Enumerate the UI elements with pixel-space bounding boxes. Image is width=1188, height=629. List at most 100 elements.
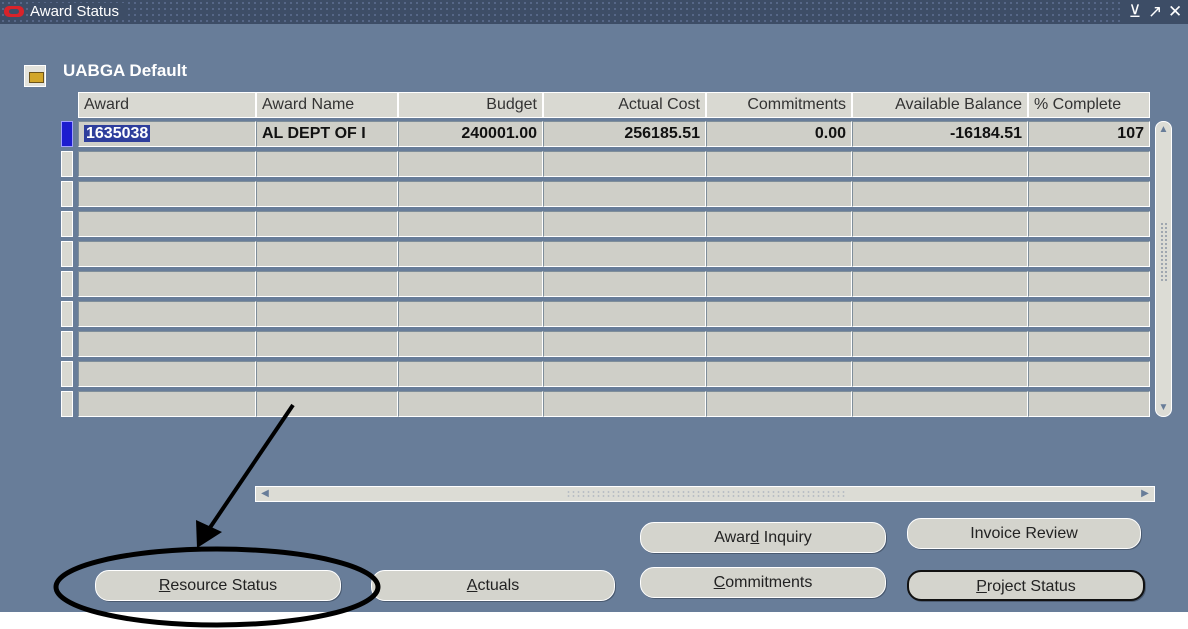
cell-award[interactable] bbox=[78, 301, 256, 327]
cell-budget[interactable] bbox=[398, 271, 543, 297]
cell-percent-complete[interactable] bbox=[1028, 241, 1150, 267]
cell-actual-cost[interactable] bbox=[543, 331, 706, 357]
scroll-right-icon[interactable]: ▶ bbox=[1138, 487, 1152, 501]
cell-award[interactable] bbox=[78, 181, 256, 207]
cell-award-name[interactable] bbox=[256, 391, 398, 417]
column-header-commitments[interactable]: Commitments bbox=[706, 92, 852, 118]
cell-actual-cost[interactable]: 256185.51 bbox=[543, 121, 706, 147]
row-indicator[interactable] bbox=[61, 361, 73, 387]
scroll-left-icon[interactable]: ◀ bbox=[258, 487, 272, 501]
cell-available-balance[interactable] bbox=[852, 241, 1028, 267]
cell-commitments[interactable] bbox=[706, 301, 852, 327]
cell-award[interactable] bbox=[78, 211, 256, 237]
row-indicator[interactable] bbox=[61, 331, 73, 357]
scroll-grip[interactable] bbox=[1160, 222, 1167, 282]
cell-available-balance[interactable] bbox=[852, 271, 1028, 297]
cell-award[interactable] bbox=[78, 271, 256, 297]
cell-award[interactable]: 1635038 bbox=[78, 121, 256, 147]
cell-percent-complete[interactable] bbox=[1028, 211, 1150, 237]
cell-award-name[interactable] bbox=[256, 151, 398, 177]
cell-percent-complete[interactable] bbox=[1028, 271, 1150, 297]
cell-budget[interactable]: 240001.00 bbox=[398, 121, 543, 147]
row-indicator[interactable] bbox=[61, 121, 73, 147]
cell-commitments[interactable] bbox=[706, 391, 852, 417]
cell-actual-cost[interactable] bbox=[543, 271, 706, 297]
scroll-up-icon[interactable]: ▲ bbox=[1157, 124, 1170, 136]
row-indicator[interactable] bbox=[61, 151, 73, 177]
cell-percent-complete[interactable] bbox=[1028, 361, 1150, 387]
row-indicator[interactable] bbox=[61, 391, 73, 417]
cell-available-balance[interactable] bbox=[852, 361, 1028, 387]
row-indicator[interactable] bbox=[61, 241, 73, 267]
column-header-award[interactable]: Award bbox=[78, 92, 256, 118]
cell-award-name[interactable] bbox=[256, 211, 398, 237]
column-header-award-name[interactable]: Award Name bbox=[256, 92, 398, 118]
cell-commitments[interactable] bbox=[706, 181, 852, 207]
cell-actual-cost[interactable] bbox=[543, 241, 706, 267]
cell-budget[interactable] bbox=[398, 301, 543, 327]
minimize-icon[interactable]: ⊻ bbox=[1128, 2, 1142, 22]
cell-commitments[interactable] bbox=[706, 211, 852, 237]
cell-award[interactable] bbox=[78, 151, 256, 177]
cell-award-name[interactable] bbox=[256, 361, 398, 387]
cell-budget[interactable] bbox=[398, 151, 543, 177]
project-status-button[interactable]: Project Status bbox=[907, 570, 1145, 601]
folder-icon[interactable] bbox=[24, 65, 46, 87]
cell-available-balance[interactable] bbox=[852, 211, 1028, 237]
cell-award[interactable] bbox=[78, 361, 256, 387]
column-header-available-balance[interactable]: Available Balance bbox=[852, 92, 1028, 118]
cell-actual-cost[interactable] bbox=[543, 391, 706, 417]
cell-award-name[interactable] bbox=[256, 241, 398, 267]
column-header-percent-complete[interactable]: % Complete bbox=[1028, 92, 1150, 118]
cell-actual-cost[interactable] bbox=[543, 151, 706, 177]
cell-commitments[interactable] bbox=[706, 151, 852, 177]
cell-available-balance[interactable] bbox=[852, 391, 1028, 417]
row-indicator[interactable] bbox=[61, 301, 73, 327]
cell-percent-complete[interactable] bbox=[1028, 301, 1150, 327]
cell-award[interactable] bbox=[78, 331, 256, 357]
scroll-down-icon[interactable]: ▼ bbox=[1157, 402, 1170, 414]
cell-commitments[interactable] bbox=[706, 361, 852, 387]
column-header-budget[interactable]: Budget bbox=[398, 92, 543, 118]
cell-award-name[interactable] bbox=[256, 271, 398, 297]
cell-available-balance[interactable] bbox=[852, 301, 1028, 327]
cell-commitments[interactable]: 0.00 bbox=[706, 121, 852, 147]
cell-commitments[interactable] bbox=[706, 271, 852, 297]
horizontal-scrollbar[interactable]: ◀ ▶ bbox=[255, 486, 1155, 502]
cell-budget[interactable] bbox=[398, 181, 543, 207]
row-indicator[interactable] bbox=[61, 181, 73, 207]
cell-award-name[interactable]: AL DEPT OF I bbox=[256, 121, 398, 147]
cell-commitments[interactable] bbox=[706, 331, 852, 357]
award-inquiry-button[interactable]: Award Inquiry bbox=[640, 522, 886, 553]
cell-award[interactable] bbox=[78, 241, 256, 267]
resource-status-button[interactable]: Resource Status bbox=[95, 570, 341, 601]
cell-percent-complete[interactable] bbox=[1028, 151, 1150, 177]
column-header-actual-cost[interactable]: Actual Cost bbox=[543, 92, 706, 118]
cell-commitments[interactable] bbox=[706, 241, 852, 267]
cell-available-balance[interactable] bbox=[852, 151, 1028, 177]
cell-available-balance[interactable] bbox=[852, 181, 1028, 207]
cell-budget[interactable] bbox=[398, 241, 543, 267]
cell-percent-complete[interactable]: 107 bbox=[1028, 121, 1150, 147]
cell-available-balance[interactable] bbox=[852, 331, 1028, 357]
cell-percent-complete[interactable] bbox=[1028, 181, 1150, 207]
cell-actual-cost[interactable] bbox=[543, 211, 706, 237]
cell-budget[interactable] bbox=[398, 361, 543, 387]
cell-actual-cost[interactable] bbox=[543, 361, 706, 387]
cell-actual-cost[interactable] bbox=[543, 301, 706, 327]
vertical-scrollbar[interactable]: ▲ ▼ bbox=[1155, 121, 1172, 417]
cell-budget[interactable] bbox=[398, 331, 543, 357]
actuals-button[interactable]: Actuals bbox=[371, 570, 615, 601]
cell-actual-cost[interactable] bbox=[543, 181, 706, 207]
cell-award-name[interactable] bbox=[256, 331, 398, 357]
commitments-button[interactable]: Commitments bbox=[640, 567, 886, 598]
scroll-grip[interactable] bbox=[566, 490, 846, 499]
cell-budget[interactable] bbox=[398, 391, 543, 417]
cell-available-balance[interactable]: -16184.51 bbox=[852, 121, 1028, 147]
row-indicator[interactable] bbox=[61, 211, 73, 237]
maximize-icon[interactable]: ↗ bbox=[1148, 2, 1162, 22]
row-indicator[interactable] bbox=[61, 271, 73, 297]
cell-award[interactable] bbox=[78, 391, 256, 417]
cell-award-name[interactable] bbox=[256, 181, 398, 207]
cell-percent-complete[interactable] bbox=[1028, 331, 1150, 357]
